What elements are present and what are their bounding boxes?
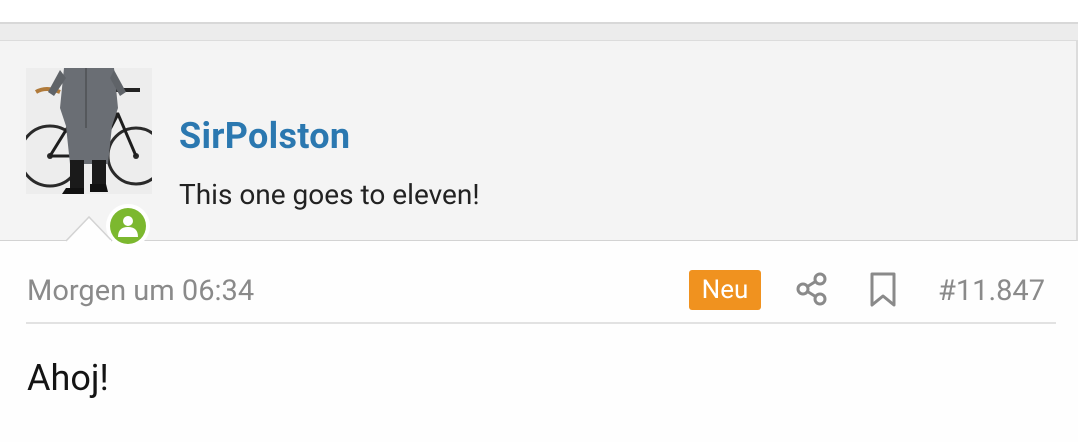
post-message: Ahoj! [27,357,109,399]
share-icon[interactable] [794,271,830,307]
user-title: This one goes to eleven! [179,178,480,211]
post-timestamp[interactable]: Morgen um 06:34 [27,272,254,310]
online-person-icon [110,208,146,244]
user-info-panel: SirPolston This one goes to eleven! [0,40,1078,248]
post-meta-row: Morgen um 06:34 Neu #11.847 [26,262,1056,324]
post-number-link[interactable]: #11.847 [938,272,1045,310]
post-separator [0,24,1078,40]
user-avatar[interactable] [26,68,152,194]
previous-post-edge [0,0,1078,24]
bookmark-icon[interactable] [868,271,898,309]
new-badge: Neu [689,270,761,310]
page: SirPolston This one goes to eleven! Morg… [0,0,1078,442]
username-link[interactable]: SirPolston [179,114,350,158]
